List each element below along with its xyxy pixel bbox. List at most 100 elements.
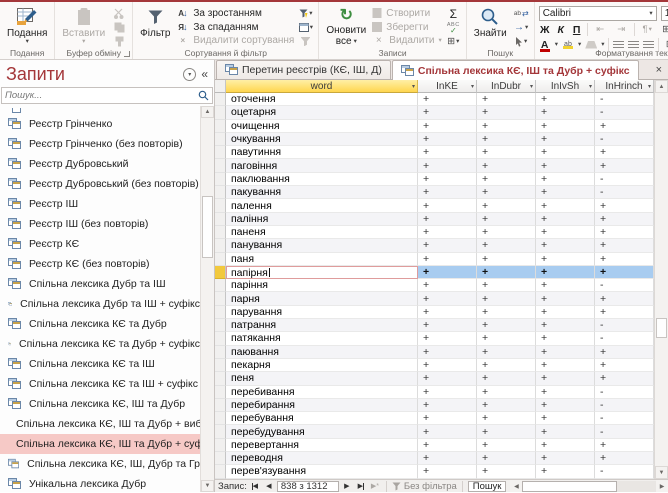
close-tab-button[interactable]: × [650,64,668,76]
find-button[interactable]: Знайти [471,4,510,47]
inke-cell[interactable]: + [418,305,477,320]
word-cell[interactable]: паювання [226,345,418,359]
indubr-cell[interactable]: + [477,412,536,426]
sidebar-scrollbar[interactable]: ▲ ▼ [200,106,214,492]
inhrinch-cell[interactable]: - [595,332,654,346]
inke-cell[interactable]: + [418,319,477,333]
word-cell[interactable]: патрання [226,319,418,333]
record-selector[interactable] [215,106,226,120]
inke-cell[interactable]: + [418,412,477,426]
sidebar-query-item[interactable]: Реєстр Грінченко [0,114,200,134]
indubr-cell[interactable]: + [477,93,536,107]
filter-button[interactable]: Фільтр [137,4,173,47]
column-header[interactable]: InDubr ▾ [477,80,536,93]
inhrinch-cell[interactable]: + [595,265,654,280]
toggle-filter-button[interactable] [297,36,314,47]
inhrinch-cell[interactable]: + [595,372,654,386]
inivsh-cell[interactable]: + [536,292,595,306]
inke-cell[interactable]: + [418,385,477,399]
inke-cell[interactable]: + [418,279,477,293]
inhrinch-cell[interactable]: + [595,239,654,253]
document-tab[interactable]: Спільна лексика КЄ, ІШ та Дубр + суфікс [391,60,639,80]
inke-cell[interactable]: + [418,465,477,479]
record-selector[interactable] [215,452,226,466]
inhrinch-cell[interactable]: - [595,412,654,426]
indubr-cell[interactable]: + [477,225,536,240]
scrollbar-thumb[interactable] [656,318,667,338]
indubr-cell[interactable]: + [477,465,536,479]
record-selector[interactable] [215,279,226,293]
inhrinch-cell[interactable]: - [595,132,654,147]
indubr-cell[interactable]: + [477,438,536,453]
inke-cell[interactable]: + [418,119,477,133]
scrollbar-thumb[interactable] [202,196,213,258]
more-records-button[interactable]: ⊞ ▾ [445,36,462,47]
format-painter-button[interactable] [111,36,128,47]
inivsh-cell[interactable]: + [536,252,595,266]
inivsh-cell[interactable]: + [536,225,595,240]
save-record-button[interactable]: Зберегти [372,21,442,34]
indubr-cell[interactable]: + [477,425,536,439]
word-cell[interactable]: перевертання [226,438,418,453]
sidebar-query-item[interactable]: Спільна лексика КЄ, ІШ та Дубр + вибір [0,414,200,434]
inke-cell[interactable]: + [418,398,477,413]
scroll-right-button[interactable]: ▶ [656,480,668,492]
record-search-box[interactable]: Пошук [467,480,507,492]
word-cell[interactable]: паня [226,252,418,266]
sidebar-query-item[interactable]: Спільна лексика КЄ, ІШ та Дубр + суфікс [0,434,200,454]
inivsh-cell[interactable]: + [536,412,595,426]
record-selector[interactable] [215,265,226,280]
record-selector[interactable] [215,132,226,147]
word-cell[interactable]: папірня [226,265,418,280]
underline-button[interactable]: П [571,24,583,36]
inivsh-cell[interactable]: + [536,319,595,333]
inivsh-cell[interactable]: + [536,279,595,293]
inke-cell[interactable]: + [418,332,477,346]
inivsh-cell[interactable]: + [536,372,595,386]
inhrinch-cell[interactable]: - [595,279,654,293]
word-cell[interactable]: пакування [226,186,418,200]
inivsh-cell[interactable]: + [536,385,595,399]
new-record-button[interactable]: Створити [372,7,442,20]
indubr-cell[interactable]: + [477,199,536,213]
sidebar-query-item[interactable]: Спільна лексика КЄ та ІШ + суфікс [0,374,200,394]
word-cell[interactable]: перебування [226,412,418,426]
inhrinch-cell[interactable]: + [595,358,654,373]
inivsh-cell[interactable]: + [536,199,595,213]
inhrinch-cell[interactable]: + [595,438,654,453]
sidebar-query-item[interactable]: Спільна лексика КЄ, ІШ та Дубр [0,394,200,414]
word-cell[interactable]: паклювання [226,172,418,187]
inivsh-cell[interactable]: + [536,159,595,173]
select-button[interactable]: ▾ [513,36,530,47]
word-cell[interactable]: паговіння [226,159,418,173]
inhrinch-cell[interactable]: - [595,425,654,439]
vertical-scrollbar[interactable]: ▲ ▼ [654,80,668,479]
word-cell[interactable]: патякання [226,332,418,346]
inke-cell[interactable]: + [418,265,477,280]
word-cell[interactable]: паління [226,212,418,226]
word-cell[interactable]: паненя [226,225,418,240]
view-button[interactable]: Подання ▾ [4,4,50,47]
indubr-cell[interactable]: + [477,239,536,253]
gridlines-button[interactable]: ⊞▾ [660,24,668,36]
word-cell[interactable]: панування [226,239,418,253]
font-size-select[interactable]: 11▾ [660,6,668,21]
sort-descending-button[interactable]: Я ↓ За спаданням [176,21,294,34]
indubr-cell[interactable]: + [477,452,536,466]
sidebar-query-item[interactable]: Реєстр Дубровський (без повторів) [0,174,200,194]
record-selector[interactable] [215,425,226,439]
indubr-cell[interactable]: + [477,265,536,280]
record-selector[interactable] [215,225,226,240]
text-direction-button[interactable]: ¶ ▾ [639,24,656,36]
remove-sort-button[interactable]: × Видалити сортування [176,34,295,47]
indubr-cell[interactable]: + [477,252,536,266]
inhrinch-cell[interactable]: + [595,146,654,160]
inhrinch-cell[interactable]: + [595,292,654,306]
bold-button[interactable]: Ж [539,24,551,36]
record-selector[interactable] [215,358,226,373]
column-header[interactable]: InHrinch ▾ [595,80,654,93]
inke-cell[interactable]: + [418,159,477,173]
inhrinch-cell[interactable]: - [595,106,654,120]
last-record-button[interactable]: ▶ [355,481,367,492]
indubr-cell[interactable]: + [477,212,536,226]
